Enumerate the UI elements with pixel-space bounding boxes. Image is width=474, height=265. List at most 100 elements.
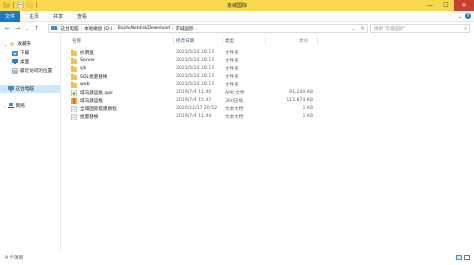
- file-modified: 2019/7/4 11:44: [176, 114, 212, 119]
- up-arrow-icon[interactable]: ↑: [34, 25, 39, 32]
- text-file-icon: [71, 114, 77, 120]
- breadcrumb-current-folder[interactable]: 京城国际: [176, 26, 194, 32]
- chevron-right-icon: ›: [195, 26, 198, 31]
- file-type: 文本文档: [225, 115, 244, 120]
- file-name: sjk: [80, 66, 87, 71]
- breadcrumb-this-pc[interactable]: 这台电脑: [61, 26, 79, 32]
- chevron-right-icon: ›: [57, 26, 59, 31]
- ribbon-tabs: 文件 主页 共享 查看 ⌄ ?: [0, 11, 474, 22]
- file-row[interactable]: Server 2023/5/24 18:13 文件夹: [61, 57, 474, 65]
- file-type: 文件夹: [225, 67, 239, 72]
- file-modified: 2020/12/17 20:52: [176, 106, 218, 111]
- details-view-icon[interactable]: [456, 255, 462, 260]
- expand-icon[interactable]: ›: [4, 87, 6, 92]
- computer-icon: [7, 86, 14, 92]
- column-divider[interactable]: [317, 37, 318, 44]
- column-header-size[interactable]: 大小: [299, 38, 308, 44]
- file-size: 112,874 KB: [286, 98, 313, 103]
- file-row[interactable]: 批量替换 2019/7/4 11:44 文本文档 1 KB: [61, 113, 474, 121]
- file-type: 文件夹: [225, 75, 239, 80]
- archive-file-icon: [71, 98, 77, 104]
- status-bar: 9 个项目: [0, 250, 474, 265]
- file-row[interactable]: sjk 2023/5/24 18:13 文件夹: [61, 65, 474, 73]
- recent-locations-icon[interactable]: ⌄: [25, 25, 28, 32]
- sidebar-item-desktop[interactable]: 桌面: [12, 59, 29, 65]
- item-count: 9 个项目: [5, 256, 24, 261]
- sidebar-item-network[interactable]: › 网络: [4, 103, 25, 109]
- breadcrumb-baidu-download[interactable]: BaiduNetdiskDownload: [118, 26, 170, 31]
- tab-file[interactable]: 文件: [0, 11, 20, 22]
- column-header-name[interactable]: 名称: [72, 38, 81, 44]
- tab-view[interactable]: 查看: [72, 11, 92, 22]
- folder-icon: [71, 82, 77, 88]
- column-header-type[interactable]: 类型: [225, 38, 234, 44]
- help-icon[interactable]: ?: [465, 13, 471, 19]
- file-size: 1 KB: [302, 114, 313, 119]
- sidebar-item-label: 这台电脑: [15, 87, 34, 92]
- file-modified: 2023/5/24 18:13: [176, 50, 215, 55]
- file-size: 1 KB: [302, 106, 313, 111]
- close-button[interactable]: ✕: [454, 0, 474, 11]
- chevron-right-icon: ›: [114, 26, 116, 31]
- view-switcher: [456, 255, 470, 260]
- sidebar-item-label: 最近访问的位置: [20, 69, 53, 74]
- file-row[interactable]: 城马歌运板 2019/7/4 15:47 360压缩 112,874 KB: [61, 97, 474, 105]
- sidebar-item-this-pc[interactable]: › 这台电脑: [4, 86, 34, 92]
- column-divider[interactable]: [265, 37, 266, 44]
- recent-places-icon: [12, 68, 18, 74]
- sidebar-item-favorites[interactable]: ⌄ 收藏夹: [4, 41, 31, 47]
- file-name: 城马歌运板.apk: [80, 91, 113, 96]
- chevron-right-icon: ›: [171, 26, 174, 31]
- file-modified: 2023/5/24 18:13: [176, 82, 215, 87]
- forward-arrow-icon[interactable]: →: [15, 25, 20, 32]
- file-modified: 2023/5/24 18:13: [176, 74, 215, 79]
- download-folder-icon: [12, 51, 18, 56]
- expand-icon[interactable]: ⌄: [4, 42, 7, 47]
- tab-share[interactable]: 共享: [48, 11, 68, 22]
- sidebar-item-downloads[interactable]: 下载: [12, 50, 29, 56]
- file-row[interactable]: web 2023/5/24 18:13 文件夹: [61, 81, 474, 89]
- file-row[interactable]: 全城国际搭建教程 2020/12/17 20:52 文本文档 1 KB: [61, 105, 474, 113]
- window-controls: — ☐ ✕: [422, 0, 474, 11]
- search-placeholder: 搜索"京城国际": [374, 26, 406, 32]
- folder-icon: [71, 50, 77, 56]
- file-type: 文件夹: [225, 51, 239, 56]
- search-icon[interactable]: ⌕: [464, 26, 467, 32]
- file-row[interactable]: 扒明盘 2023/5/24 18:13 文件夹: [61, 49, 474, 57]
- sidebar-item-label: 下载: [20, 51, 30, 56]
- file-name: 全城国际搭建教程: [80, 107, 117, 112]
- star-icon: [9, 41, 16, 47]
- back-arrow-icon[interactable]: ←: [5, 25, 10, 32]
- file-row[interactable]: SQL批量替换 2023/5/24 18:13 文件夹: [61, 73, 474, 81]
- sidebar-item-recent-places[interactable]: 最近访问的位置: [12, 68, 52, 74]
- large-icons-view-icon[interactable]: [464, 255, 470, 260]
- address-dropdown-icon[interactable]: ⌄: [352, 26, 355, 31]
- file-type: 文件夹: [225, 59, 239, 64]
- chevron-right-icon: ›: [80, 26, 83, 31]
- file-row[interactable]: 城马歌运板.apk 2019/7/4 11:40 APK 文件 91,240 K…: [61, 89, 474, 97]
- navigation-bar: ← → ⌄ ↑ › 这台电脑 › 本地磁盘 (D:) › BaiduNetdis…: [0, 22, 474, 35]
- file-type: 文本文档: [225, 107, 244, 112]
- column-header-modified[interactable]: 修改日期: [176, 38, 194, 44]
- column-divider[interactable]: [173, 37, 174, 44]
- desktop-icon: [12, 59, 18, 64]
- sidebar-item-label: 网络: [15, 104, 25, 109]
- file-modified: 2019/7/4 11:40: [176, 90, 212, 95]
- refresh-icon[interactable]: ↻: [361, 26, 365, 32]
- address-bar[interactable]: › 这台电脑 › 本地磁盘 (D:) › BaiduNetdiskDownloa…: [48, 24, 368, 33]
- search-input[interactable]: 搜索"京城国际" ⌕: [370, 24, 470, 33]
- expand-icon[interactable]: ›: [4, 104, 6, 109]
- column-divider[interactable]: [222, 37, 223, 44]
- file-name: 扒明盘: [80, 51, 94, 56]
- minimize-button[interactable]: —: [422, 0, 438, 11]
- network-icon: [7, 103, 14, 108]
- file-size: 91,240 KB: [289, 90, 313, 95]
- tab-home[interactable]: 主页: [24, 11, 44, 22]
- title-bar: 京城国际 — ☐ ✕: [0, 0, 474, 11]
- file-name: Server: [80, 58, 96, 63]
- maximize-button[interactable]: ☐: [438, 0, 454, 11]
- window-title: 京城国际: [226, 3, 247, 9]
- folder-icon: [71, 74, 77, 80]
- breadcrumb-local-disk[interactable]: 本地磁盘 (D:): [84, 26, 112, 32]
- expand-ribbon-icon[interactable]: ⌄: [458, 14, 462, 20]
